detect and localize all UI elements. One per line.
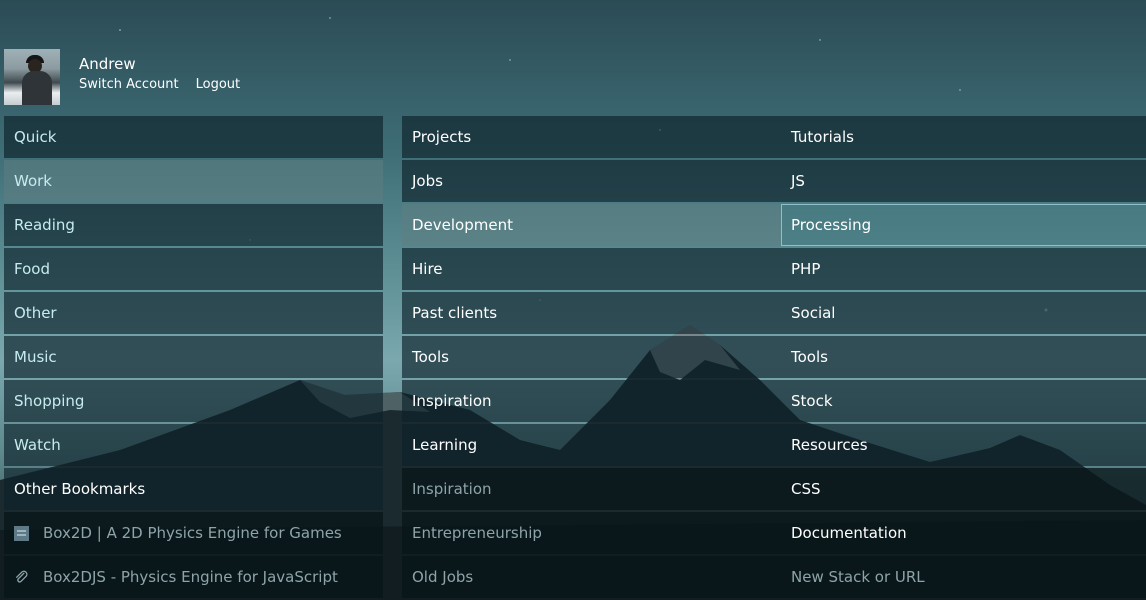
folder-php[interactable]: PHP: [781, 248, 1146, 290]
folder-food[interactable]: Food: [4, 248, 383, 290]
new-stack-input[interactable]: New Stack or URL: [781, 556, 1146, 598]
user-info: Andrew Switch Account Logout: [79, 49, 257, 92]
folder-music[interactable]: Music: [4, 336, 383, 378]
user-name: Andrew: [79, 55, 136, 73]
folder-resources[interactable]: Resources: [781, 424, 1146, 466]
folder-quick[interactable]: Quick: [4, 116, 383, 158]
folder-js[interactable]: JS: [781, 160, 1146, 202]
bookmark-column-middle: Projects Jobs Development Hire Past clie…: [402, 116, 781, 600]
folder-old-jobs[interactable]: Old Jobs: [402, 556, 781, 598]
folder-social[interactable]: Social: [781, 292, 1146, 334]
folder-tools[interactable]: Tools: [402, 336, 781, 378]
switch-account-link[interactable]: Switch Account: [79, 77, 179, 92]
bookmark-box2d[interactable]: Box2D | A 2D Physics Engine for Games: [4, 512, 383, 554]
folder-tutorials[interactable]: Tutorials: [781, 116, 1146, 158]
folder-reading[interactable]: Reading: [4, 204, 383, 246]
folder-shopping[interactable]: Shopping: [4, 380, 383, 422]
folder-entrepreneurship[interactable]: Entrepreneurship: [402, 512, 781, 554]
folder-inspiration[interactable]: Inspiration: [402, 380, 781, 422]
bookmark-column-left: Quick Work Reading Food Other Music Shop…: [4, 116, 383, 600]
bookmark-label: Box2D | A 2D Physics Engine for Games: [43, 524, 342, 542]
avatar[interactable]: [4, 49, 60, 105]
folder-documentation[interactable]: Documentation: [781, 512, 1146, 554]
folder-stock[interactable]: Stock: [781, 380, 1146, 422]
folder-other[interactable]: Other: [4, 292, 383, 334]
folder-inspiration-2[interactable]: Inspiration: [402, 468, 781, 510]
bookmark-label: Box2DJS - Physics Engine for JavaScript: [43, 568, 338, 586]
logout-link[interactable]: Logout: [196, 77, 241, 92]
folder-css[interactable]: CSS: [781, 468, 1146, 510]
folder-past-clients[interactable]: Past clients: [402, 292, 781, 334]
folder-work[interactable]: Work: [4, 160, 383, 202]
avatar-body: [22, 71, 52, 105]
folder-hire[interactable]: Hire: [402, 248, 781, 290]
folder-jobs[interactable]: Jobs: [402, 160, 781, 202]
folder-learning[interactable]: Learning: [402, 424, 781, 466]
paperclip-icon: [15, 570, 28, 583]
user-bar: Andrew Switch Account Logout: [4, 49, 257, 105]
folder-tools[interactable]: Tools: [781, 336, 1146, 378]
folder-projects[interactable]: Projects: [402, 116, 781, 158]
bookmark-box2djs[interactable]: Box2DJS - Physics Engine for JavaScript: [4, 556, 383, 598]
bookmark-column-right: Tutorials JS Processing PHP Social Tools…: [781, 116, 1146, 600]
folder-other-bookmarks[interactable]: Other Bookmarks: [4, 468, 383, 510]
folder-processing[interactable]: Processing: [781, 204, 1146, 246]
folder-watch[interactable]: Watch: [4, 424, 383, 466]
user-links: Switch Account Logout: [79, 77, 257, 92]
document-icon: [14, 525, 29, 541]
folder-development[interactable]: Development: [402, 204, 781, 246]
